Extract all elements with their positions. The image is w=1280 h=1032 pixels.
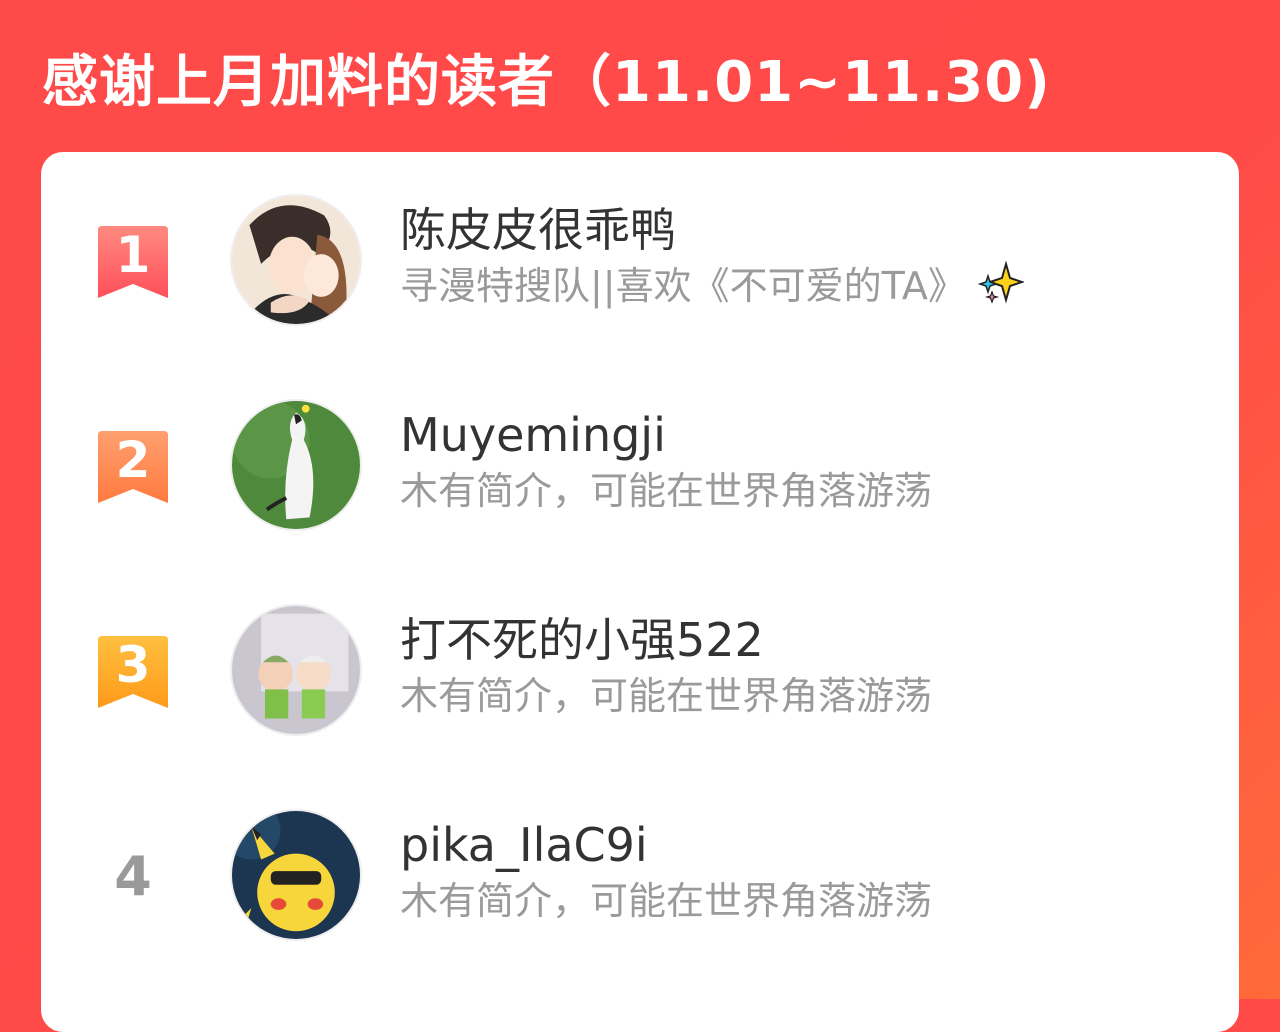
reader-name[interactable]: 打不死的小强522 bbox=[400, 612, 764, 668]
avatar[interactable] bbox=[230, 399, 362, 531]
avatar[interactable] bbox=[230, 604, 362, 736]
rank-ribbon-badge: 1 bbox=[98, 226, 168, 298]
reader-name[interactable]: pika_IlaC9i bbox=[400, 817, 648, 873]
rank-ribbon-badge: 2 bbox=[98, 431, 168, 503]
rank-number: 4 bbox=[114, 845, 152, 908]
reader-name[interactable]: Muyemingji bbox=[400, 407, 666, 463]
rank-number: 1 bbox=[115, 226, 151, 284]
avatar[interactable] bbox=[230, 194, 362, 326]
rank-ribbon-badge: 3 bbox=[98, 636, 168, 708]
rank-number: 2 bbox=[115, 431, 151, 489]
reader-bio: 寻漫特搜队||喜欢《不可爱的TA》 bbox=[400, 260, 1026, 317]
reader-bio: 木有简介，可能在世界角落游荡 bbox=[400, 674, 933, 718]
reader-row[interactable]: 1 陈皮皮很乖鸭 寻漫特搜队||喜欢《不可爱的TA》 bbox=[41, 194, 1239, 334]
reader-row[interactable]: 4 pika_IlaC9i 木有简介，可能在世界角落游荡 bbox=[41, 809, 1239, 949]
avatar[interactable] bbox=[230, 809, 362, 941]
sparkles-icon bbox=[977, 260, 1026, 317]
rank-number: 3 bbox=[115, 636, 151, 694]
reader-row[interactable]: 3 打不死的小强522 木有简介，可能在世界角落游荡 bbox=[41, 604, 1239, 744]
reader-bio: 木有简介，可能在世界角落游荡 bbox=[400, 469, 933, 513]
bio-text: 寻漫特搜队||喜欢《不可爱的TA》 bbox=[400, 264, 966, 308]
reader-name[interactable]: 陈皮皮很乖鸭 bbox=[400, 202, 676, 258]
reader-list-card: 1 陈皮皮很乖鸭 寻漫特搜队||喜欢《不可爱的TA》 2 Muyemingji … bbox=[41, 152, 1239, 1032]
page-title: 感谢上月加料的读者（11.01~11.30) bbox=[42, 50, 1051, 115]
reader-bio: 木有简介，可能在世界角落游荡 bbox=[400, 879, 933, 923]
reader-row[interactable]: 2 Muyemingji 木有简介，可能在世界角落游荡 bbox=[41, 399, 1239, 539]
